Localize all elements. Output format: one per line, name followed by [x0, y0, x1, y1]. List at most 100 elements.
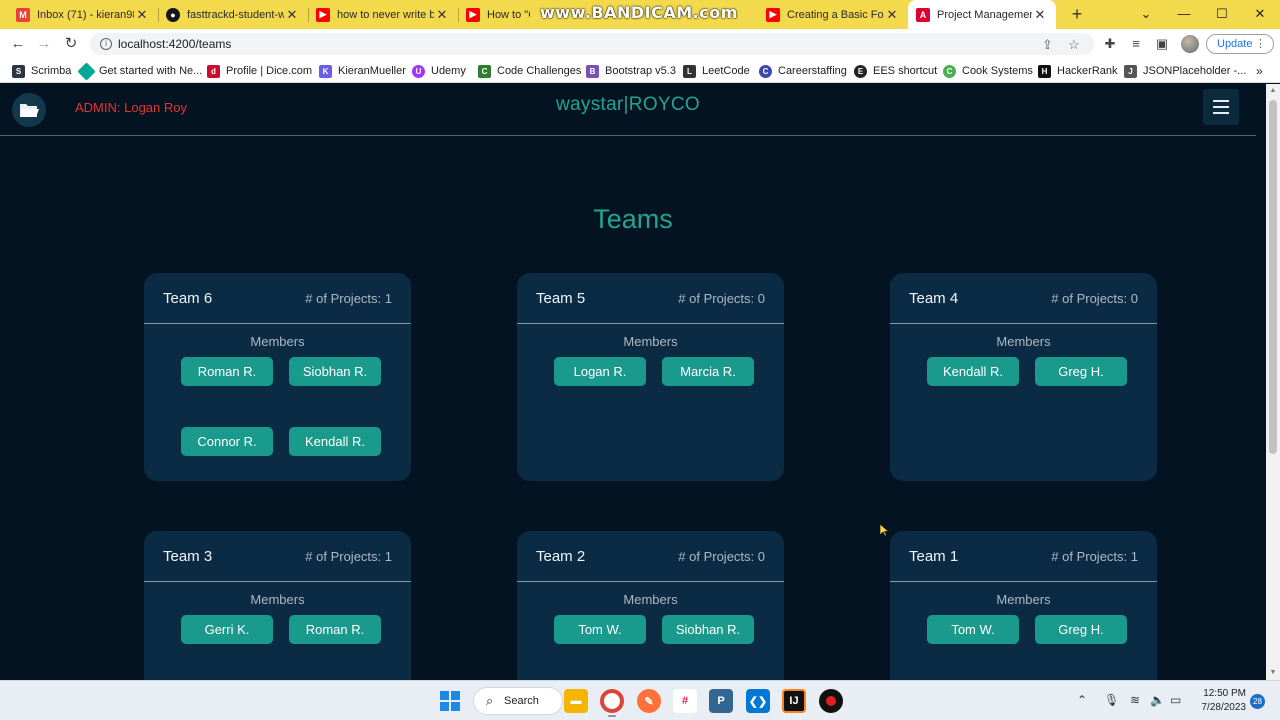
- hamburger-menu-icon[interactable]: [1203, 89, 1239, 125]
- member-button[interactable]: Tom W.: [554, 615, 646, 644]
- slack-icon[interactable]: #: [673, 689, 697, 713]
- tab-youtube-2[interactable]: ▶ How to "Go: [458, 0, 538, 29]
- vscode-icon[interactable]: ❮❯: [746, 689, 770, 713]
- bookmark-code-challenges[interactable]: C Code Challenges: [478, 63, 581, 79]
- app-header: ADMIN: Logan Roy waystar|ROYCO: [0, 84, 1256, 136]
- media-queue-icon[interactable]: ≡: [1128, 36, 1144, 52]
- file-explorer-icon[interactable]: ▬: [564, 689, 588, 713]
- close-icon[interactable]: ✕: [134, 7, 150, 23]
- back-icon[interactable]: ←: [8, 35, 28, 53]
- close-icon[interactable]: ✕: [884, 7, 900, 23]
- bookmark-careerstaffing[interactable]: C Careerstaffing: [759, 63, 847, 79]
- update-button[interactable]: Update ⋮: [1206, 34, 1274, 54]
- bookmark-bootstrap[interactable]: B Bootstrap v5.3: [586, 63, 676, 79]
- tab-inbox[interactable]: M Inbox (71) - kieran98 ✕: [8, 0, 158, 29]
- bookmark-scrimba[interactable]: S Scrimba: [12, 63, 71, 79]
- tray-overflow-chevron-icon[interactable]: ⌃: [1077, 693, 1087, 707]
- bootstrap-icon: B: [586, 64, 599, 78]
- taskbar-clock[interactable]: 12:50 PM 7/28/2023: [1190, 687, 1247, 715]
- member-button[interactable]: Connor R.: [181, 427, 273, 456]
- tab-github[interactable]: ● fasttrackd-student-w ✕: [158, 0, 308, 29]
- scroll-up-icon[interactable]: ▲: [1266, 84, 1280, 98]
- intellij-icon[interactable]: IJ: [782, 689, 806, 713]
- postgres-icon[interactable]: P: [709, 689, 733, 713]
- bookmark-hackerrank[interactable]: H HackerRank: [1038, 63, 1118, 79]
- bookmark-leetcode[interactable]: L LeetCode: [683, 63, 750, 79]
- team-name: Team 3: [163, 548, 213, 565]
- battery-icon[interactable]: ▭: [1170, 693, 1181, 707]
- bookmark-udemy[interactable]: U Udemy: [412, 63, 466, 79]
- github-icon: ●: [166, 7, 180, 22]
- angular-icon: A: [916, 7, 930, 22]
- profile-avatar[interactable]: [1181, 35, 1199, 53]
- clock-date: 7/28/2023: [1201, 702, 1247, 713]
- scroll-down-icon[interactable]: ▼: [1266, 666, 1280, 680]
- member-button[interactable]: Greg H.: [1035, 357, 1127, 386]
- tab-title: Inbox (71) - kieran98: [37, 8, 134, 21]
- address-bar[interactable]: i localhost:4200/teams ⇪ ☆: [90, 33, 1094, 55]
- close-icon[interactable]: ✕: [1032, 7, 1048, 23]
- tab-project-management[interactable]: A Project Management ✕: [908, 0, 1056, 29]
- bookmark-ees-shortcut[interactable]: E EES shortcut: [854, 63, 937, 79]
- page-title: Teams: [593, 204, 673, 234]
- member-button[interactable]: Kendall R.: [927, 357, 1019, 386]
- member-button[interactable]: Siobhan R.: [289, 357, 381, 386]
- team-name: Team 2: [536, 548, 586, 565]
- member-button[interactable]: Logan R.: [554, 357, 646, 386]
- tab-youtube-3[interactable]: ▶ Creating a Basic Form ✕: [758, 0, 908, 29]
- member-button[interactable]: Greg H.: [1035, 615, 1127, 644]
- member-button[interactable]: Kendall R.: [289, 427, 381, 456]
- close-icon[interactable]: ✕: [284, 7, 300, 23]
- member-button[interactable]: Roman R.: [289, 615, 381, 644]
- bandicam-record-icon[interactable]: [819, 689, 843, 713]
- new-tab-button[interactable]: +: [1066, 4, 1088, 24]
- bookmark-label: Code Challenges: [497, 65, 582, 77]
- maximize-icon[interactable]: ☐: [1203, 0, 1241, 29]
- json-icon: J: [1124, 64, 1137, 78]
- browser-tab-strip: M Inbox (71) - kieran98 ✕ ● fasttrackd-s…: [0, 0, 1280, 29]
- url-text[interactable]: localhost:4200/teams: [118, 37, 231, 51]
- tab-search-chevron-icon[interactable]: ⌄: [1127, 0, 1165, 29]
- bookmark-kieranmueller[interactable]: K KieranMueller: [319, 63, 406, 79]
- info-icon[interactable]: i: [100, 38, 112, 50]
- bookmark-nextjs[interactable]: Get started with Ne...: [77, 61, 202, 81]
- tab-youtube-1[interactable]: ▶ how to never write bu ✕: [308, 0, 458, 29]
- extensions-icon[interactable]: ✚: [1102, 36, 1118, 52]
- bookmark-star-icon[interactable]: ☆: [1068, 37, 1080, 53]
- bookmark-label: HackerRank: [1057, 65, 1118, 77]
- team-name: Team 4: [909, 290, 959, 307]
- bookmark-label: LeetCode: [702, 65, 750, 77]
- share-icon[interactable]: ⇪: [1042, 37, 1053, 53]
- windows-start-icon[interactable]: [438, 689, 462, 713]
- bookmark-label: Profile | Dice.com: [226, 65, 312, 77]
- volume-icon[interactable]: 🔈: [1150, 693, 1165, 707]
- bookmarks-overflow-icon[interactable]: »: [1256, 63, 1263, 79]
- notification-badge[interactable]: 28: [1250, 694, 1265, 709]
- close-window-icon[interactable]: ✕: [1241, 0, 1279, 29]
- side-panel-icon[interactable]: ▣: [1154, 36, 1170, 52]
- microphone-icon[interactable]: 🎙: [1104, 693, 1119, 707]
- reload-icon[interactable]: ↻: [61, 35, 81, 53]
- brand-title: waystar|ROYCO: [556, 94, 700, 115]
- page-scrollbar[interactable]: ▲ ▼: [1266, 84, 1280, 680]
- member-button[interactable]: Tom W.: [927, 615, 1019, 644]
- member-button[interactable]: Siobhan R.: [662, 615, 754, 644]
- wifi-icon[interactable]: ≋: [1130, 693, 1140, 707]
- member-button[interactable]: Gerri K.: [181, 615, 273, 644]
- bookmark-cook-systems[interactable]: C Cook Systems: [943, 63, 1033, 79]
- member-button[interactable]: Roman R.: [181, 357, 273, 386]
- taskbar-search[interactable]: ⌕ Search: [473, 687, 563, 715]
- members-label: Members: [250, 592, 305, 607]
- tab-title: how to never write bu: [337, 8, 434, 21]
- bookmark-jsonplaceholder[interactable]: J JSONPlaceholder -...: [1124, 63, 1246, 79]
- scrollbar-thumb[interactable]: [1269, 100, 1277, 454]
- bookmark-dice[interactable]: d Profile | Dice.com: [207, 63, 312, 79]
- close-icon[interactable]: ✕: [434, 7, 450, 23]
- chrome-icon[interactable]: [600, 689, 624, 713]
- minimize-icon[interactable]: —: [1165, 0, 1203, 29]
- more-menu-icon[interactable]: ⋮: [1255, 35, 1266, 53]
- windows-taskbar: ⌕ Search ▬ ✎ # P ❮❯ IJ ⌃ 🎙 ≋ 🔈 ▭ 12:50 P…: [0, 680, 1280, 720]
- member-button[interactable]: Marcia R.: [662, 357, 754, 386]
- forward-icon[interactable]: →: [34, 35, 54, 53]
- postman-icon[interactable]: ✎: [637, 689, 661, 713]
